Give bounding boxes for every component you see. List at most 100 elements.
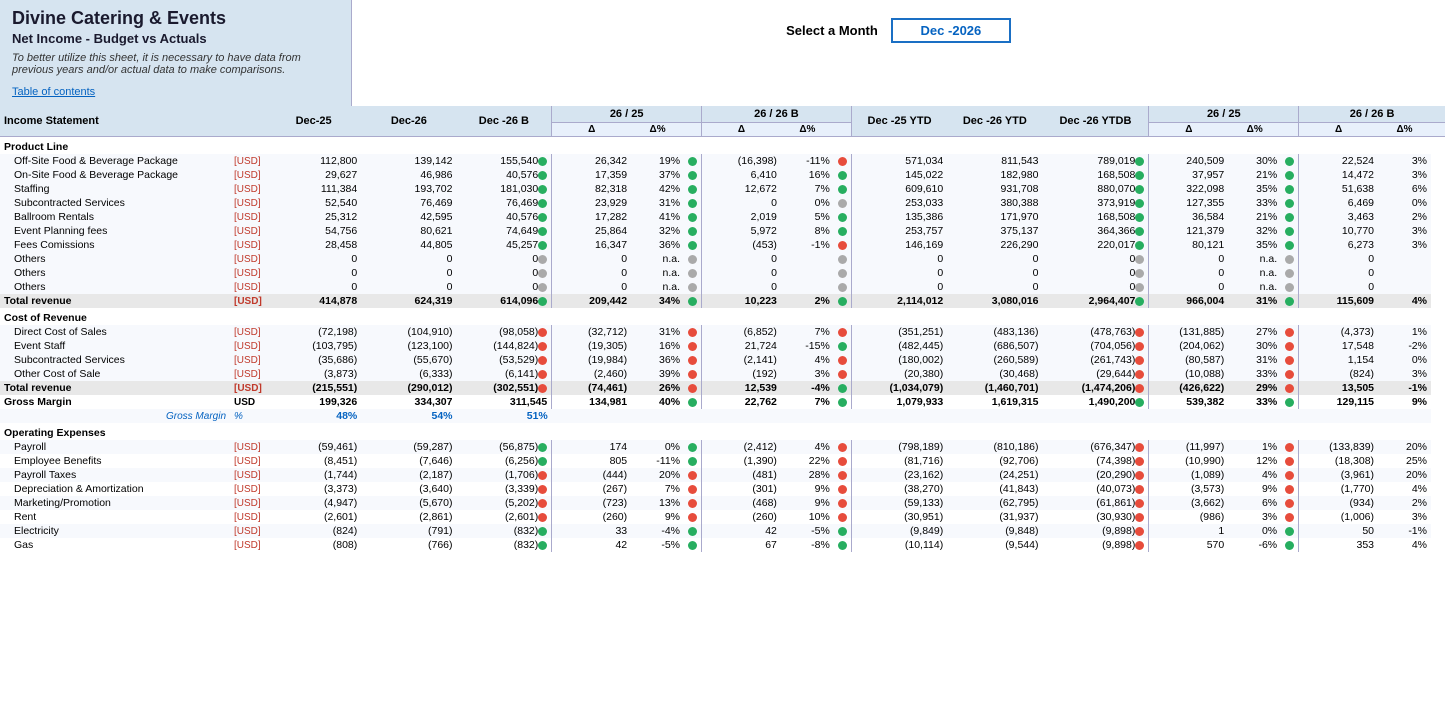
row-label: Ballroom Rentals: [0, 210, 230, 224]
d2625-val: (74,461): [552, 381, 631, 395]
row-label: Electricity: [0, 524, 230, 538]
p_ytd2626b-val: -1%: [1378, 381, 1431, 395]
row-label: Direct Cost of Sales: [0, 325, 230, 339]
table-body: Product Line Off-Site Food & Beverage Pa…: [0, 137, 1445, 553]
d2626b-val: (2,412): [702, 440, 781, 454]
dec25-val: (1,744): [266, 468, 361, 482]
dec26ytd-val: 0: [947, 266, 1042, 280]
toc-link[interactable]: Table of contents: [12, 86, 95, 98]
p_ytd2625-val: 35%: [1228, 238, 1281, 252]
p_ytd2625-val: 0%: [1228, 524, 1281, 538]
dec25ytd-val: 1,079,933: [851, 395, 947, 409]
indicator-dot: [1285, 342, 1294, 351]
dec26b-val: 40,576: [457, 210, 552, 224]
dec26-val: 193,702: [361, 182, 456, 196]
ind2625-val: [684, 367, 702, 381]
p2625-val: 31%: [631, 325, 684, 339]
indicator-dot: [538, 471, 547, 480]
ind2626b-val: [834, 353, 852, 367]
ind2625-val: [684, 224, 702, 238]
ind2626b-val: [834, 182, 852, 196]
dec26-val: (104,910): [361, 325, 456, 339]
d_ytd2625-val: (3,662): [1149, 496, 1228, 510]
dec26b-val: 0: [457, 266, 552, 280]
ind2626b-val: [834, 224, 852, 238]
row-unit: [USD]: [230, 440, 266, 454]
dec26-val: 46,986: [361, 168, 456, 182]
ind2626b-val: [834, 454, 852, 468]
d_ytd2626b-val: 6,469: [1299, 196, 1378, 210]
dec26ytdb-val: (40,073): [1042, 482, 1148, 496]
indicator-dot: [1285, 297, 1294, 306]
dec25ytd-val: 135,386: [851, 210, 947, 224]
p_ytd2625-val: 32%: [1228, 224, 1281, 238]
indicator-dot: [1135, 513, 1144, 522]
dec26ytd-val: (9,848): [947, 524, 1042, 538]
indicator-dot: [538, 213, 547, 222]
d2625-val: 82,318: [552, 182, 631, 196]
gross-margin-pct-row: Gross Margin % 48% 54% 51%: [0, 409, 1445, 423]
subh-p3: Δ%: [1228, 123, 1281, 137]
ind2626b-val: [834, 482, 852, 496]
indicator-dot: [1285, 527, 1294, 536]
indicator-dot: [1135, 199, 1144, 208]
p2626b-val: 4%: [781, 353, 834, 367]
p_ytd2626b-val: 3%: [1378, 238, 1431, 252]
total-row: Total revenue [USD] 414,878 624,319 614,…: [0, 294, 1445, 308]
total-row: Total revenue [USD] (215,551) (290,012) …: [0, 381, 1445, 395]
p2625-val: n.a.: [631, 266, 684, 280]
p_ytd2625-val: 33%: [1228, 367, 1281, 381]
ind_ytd2625-val: [1281, 440, 1299, 454]
d_ytd2625-val: 966,004: [1149, 294, 1228, 308]
row-label: Others: [0, 280, 230, 294]
table-row: Event Staff [USD] (103,795) (123,100) (1…: [0, 339, 1445, 353]
dec25ytd-val: (482,445): [851, 339, 947, 353]
row-unit: [USD]: [230, 482, 266, 496]
p_ytd2625-val: 31%: [1228, 294, 1281, 308]
indicator-dot: [538, 370, 547, 379]
dec26ytdb-val: 168,508: [1042, 210, 1148, 224]
dec26-val: (59,287): [361, 440, 456, 454]
dec25ytd-val: (81,716): [851, 454, 947, 468]
dec25-val: 414,878: [266, 294, 361, 308]
month-selector[interactable]: Dec -2026: [891, 18, 1011, 43]
indicator-dot: [1135, 171, 1144, 180]
p2625-val: 9%: [631, 510, 684, 524]
indicator-dot: [1285, 457, 1294, 466]
d2625-val: (19,984): [552, 353, 631, 367]
p_ytd2625-val: 4%: [1228, 468, 1281, 482]
dec26b-val: 76,469: [457, 196, 552, 210]
indicator-dot: [688, 398, 697, 407]
d_ytd2626b-val: (18,308): [1299, 454, 1378, 468]
col-dec26b-header: Dec -26 B: [457, 106, 552, 137]
dec25ytd-val: (10,114): [851, 538, 947, 552]
indicator-dot: [538, 283, 547, 292]
d_ytd2625-val: (204,062): [1149, 339, 1228, 353]
dec25ytd-val: 2,114,012: [851, 294, 947, 308]
d_ytd2626b-val: 353: [1299, 538, 1378, 552]
ind_ytd2625-val: [1281, 524, 1299, 538]
indicator-dot: [1135, 541, 1144, 550]
d_ytd2625-val: 127,355: [1149, 196, 1228, 210]
row-unit: [USD]: [230, 196, 266, 210]
ind2625-val: [684, 182, 702, 196]
dec26ytd-val: (92,706): [947, 454, 1042, 468]
row-unit: [USD]: [230, 266, 266, 280]
d2626b-val: 22,762: [702, 395, 781, 409]
indicator-dot: [538, 485, 547, 494]
d2625-val: 16,347: [552, 238, 631, 252]
dec26-val: 76,469: [361, 196, 456, 210]
dec25-val: 199,326: [266, 395, 361, 409]
d_ytd2625-val: 0: [1149, 252, 1228, 266]
dec26ytd-val: 3,080,016: [947, 294, 1042, 308]
dec26ytd-val: (810,186): [947, 440, 1042, 454]
p_ytd2626b-val: 3%: [1378, 224, 1431, 238]
ind2626b-val: [834, 510, 852, 524]
indicator-dot: [1285, 199, 1294, 208]
row-label: Off-Site Food & Beverage Package: [0, 154, 230, 168]
table-row: Payroll [USD] (59,461) (59,287) (56,875)…: [0, 440, 1445, 454]
ind2625-val: [684, 510, 702, 524]
d2626b-val: 42: [702, 524, 781, 538]
d_ytd2626b-val: (934): [1299, 496, 1378, 510]
dec26ytdb-val: 0: [1042, 266, 1148, 280]
